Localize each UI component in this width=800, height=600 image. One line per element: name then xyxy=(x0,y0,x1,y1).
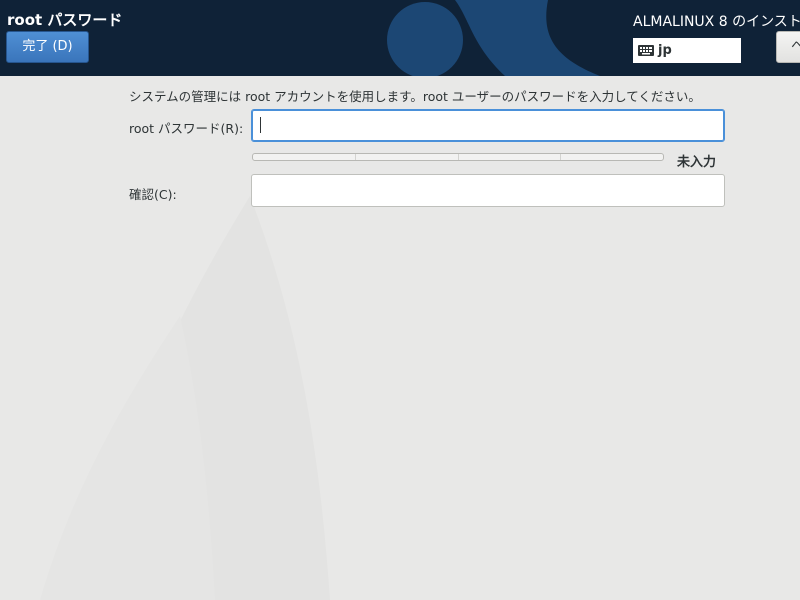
install-title: ALMALINUX 8 のインストール xyxy=(633,14,800,30)
keyboard-layout-label: jp xyxy=(658,43,672,58)
root-password-input[interactable] xyxy=(251,109,725,142)
password-strength-text: 未入力 xyxy=(677,155,717,170)
top-bar: root パスワード 完了 (D) ALMALINUX 8 のインストール jp… xyxy=(0,0,800,76)
root-password-label: root パスワード(R): xyxy=(129,121,244,136)
confirm-password-label: 確認(C): xyxy=(129,187,177,202)
strength-segment xyxy=(356,154,459,160)
help-button[interactable]: ヘルプ xyxy=(776,31,800,63)
password-strength-bar xyxy=(252,153,664,161)
strength-segment xyxy=(459,154,562,160)
confirm-password-input[interactable] xyxy=(251,174,725,207)
keyboard-layout-indicator[interactable]: jp xyxy=(633,38,741,63)
strength-segment xyxy=(253,154,356,160)
strength-segment xyxy=(561,154,663,160)
description-text: システムの管理には root アカウントを使用します。root ユーザーのパスワ… xyxy=(129,89,701,104)
done-button[interactable]: 完了 (D) xyxy=(6,31,89,63)
text-caret xyxy=(260,117,261,133)
keyboard-icon xyxy=(638,45,654,56)
page-title: root パスワード xyxy=(7,11,123,29)
